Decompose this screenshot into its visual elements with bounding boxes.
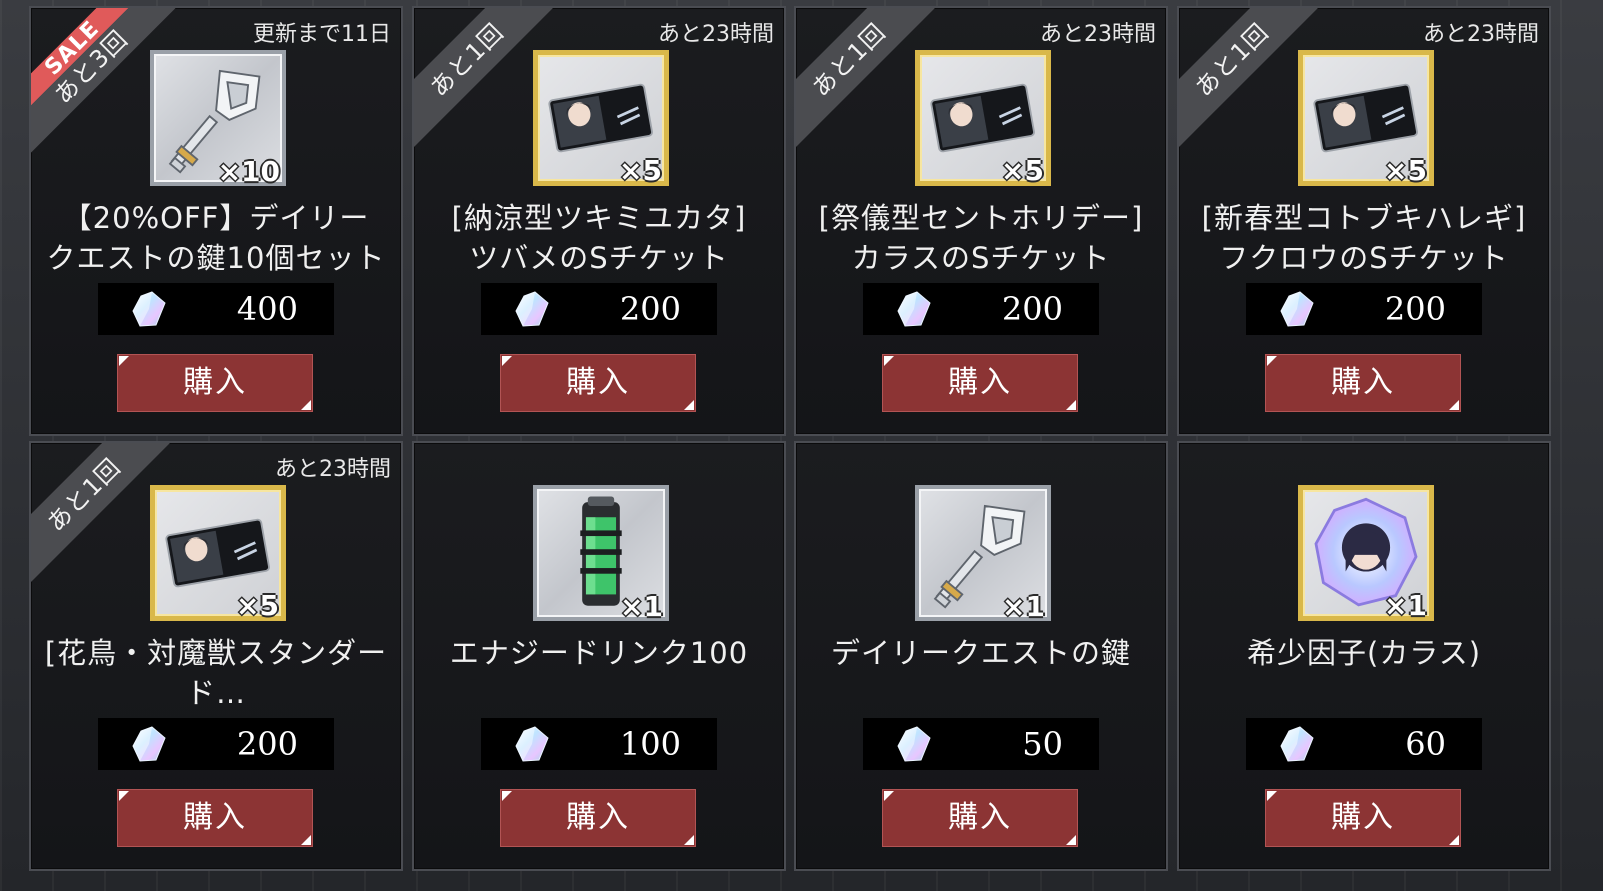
price-value: 200 <box>619 290 681 328</box>
buy-button[interactable]: 購入 <box>117 789 313 847</box>
price-box: 200 <box>1246 283 1482 335</box>
item-name: 【20%OFF】デイリー クエストの鍵10個セット <box>37 198 395 278</box>
item-name-line-1: デイリークエストの鍵 <box>830 636 1131 670</box>
item-thumbnail[interactable]: ×10 <box>150 50 286 188</box>
buy-button[interactable]: 購入 <box>117 354 313 412</box>
shop-item-card: あと1回 あと23時間 ×5 [新春型コトブキハレギ] フクロウのSチケット 2… <box>1177 6 1551 436</box>
item-thumbnail[interactable]: ×1 <box>533 485 669 623</box>
item-name-line-1: [花鳥・対魔獣スタンダー <box>44 636 388 670</box>
item-name: [花鳥・対魔獣スタンダー ド… <box>37 633 395 713</box>
item-name-line-1: 【20%OFF】デイリー <box>62 201 370 235</box>
price-value: 400 <box>236 290 298 328</box>
refresh-timer: あと23時間 <box>658 22 774 47</box>
item-thumbnail[interactable]: ×1 <box>915 485 1051 623</box>
item-name-line-2: カラスのSチケット <box>851 241 1111 275</box>
item-name-line-2: ツバメのSチケット <box>469 241 729 275</box>
refresh-timer: あと23時間 <box>1423 22 1539 47</box>
gem-currency-icon <box>1280 291 1314 327</box>
refresh-timer: あと23時間 <box>275 457 391 482</box>
item-name-line-2: ド… <box>185 676 246 710</box>
price-box: 200 <box>863 283 1099 335</box>
price-box: 100 <box>481 718 717 770</box>
gem-currency-icon <box>132 291 166 327</box>
shop-item-card: ×1 デイリークエストの鍵 50 購入 <box>794 441 1168 871</box>
item-quantity: ×5 <box>1001 154 1044 187</box>
buy-button[interactable]: 購入 <box>882 789 1078 847</box>
item-name-line-1: [新春型コトブキハレギ] <box>1201 201 1527 235</box>
gem-currency-icon <box>132 726 166 762</box>
item-quantity: ×5 <box>619 154 662 187</box>
gem-currency-icon <box>515 726 549 762</box>
item-name: 希少因子(カラス) <box>1185 633 1543 713</box>
item-quantity: ×10 <box>217 155 280 188</box>
shop-item-card: あと1回 あと23時間 ×5 [祭儀型セントホリデー] カラスのSチケット 20… <box>794 6 1168 436</box>
shop-item-card: あと1回 あと23時間 ×5 [花鳥・対魔獣スタンダー ド… 200 購入 <box>29 441 403 871</box>
price-value: 200 <box>1001 290 1063 328</box>
item-name-line-2: クエストの鍵10個セット <box>46 241 386 275</box>
buy-button[interactable]: 購入 <box>500 354 696 412</box>
shop-item-card: あと1回 あと23時間 ×5 [納涼型ツキミユカタ] ツバメのSチケット 200… <box>412 6 786 436</box>
item-thumbnail[interactable]: ×1 <box>1298 485 1434 622</box>
shop-item-grid: SALE あと3回 更新まで11日 ×10 【20%OFF】デイリー クエストの鍵… <box>29 6 1591 886</box>
price-value: 200 <box>236 725 298 763</box>
price-box: 400 <box>98 283 334 335</box>
price-value: 50 <box>1022 725 1063 763</box>
item-name: [祭儀型セントホリデー] カラスのSチケット <box>802 198 1160 278</box>
gem-currency-icon <box>1280 726 1314 762</box>
refresh-timer: 更新まで11日 <box>253 22 391 47</box>
price-box: 60 <box>1246 718 1482 770</box>
item-quantity: ×1 <box>1002 590 1045 623</box>
item-thumbnail[interactable]: ×5 <box>915 50 1051 187</box>
price-value: 100 <box>619 725 681 763</box>
price-box: 200 <box>98 718 334 770</box>
item-thumbnail[interactable]: ×5 <box>150 485 286 622</box>
shop-item-card: ×1 希少因子(カラス) 60 購入 <box>1177 441 1551 871</box>
gem-currency-icon <box>515 291 549 327</box>
item-name-line-1: エナジードリンク100 <box>449 636 749 670</box>
buy-button[interactable]: 購入 <box>1265 789 1461 847</box>
price-box: 50 <box>863 718 1099 770</box>
item-thumbnail[interactable]: ×5 <box>1298 50 1434 187</box>
item-quantity: ×5 <box>236 589 279 622</box>
item-name: [納涼型ツキミユカタ] ツバメのSチケット <box>420 198 778 278</box>
buy-button[interactable]: 購入 <box>882 354 1078 412</box>
gem-currency-icon <box>897 726 931 762</box>
item-name-line-2: フクロウのSチケット <box>1219 241 1509 275</box>
buy-button[interactable]: 購入 <box>1265 354 1461 412</box>
item-name: エナジードリンク100 <box>420 633 778 713</box>
refresh-timer: あと23時間 <box>1040 22 1156 47</box>
buy-button[interactable]: 購入 <box>500 789 696 847</box>
item-quantity: ×1 <box>1384 589 1427 622</box>
price-value: 60 <box>1405 725 1446 763</box>
gem-currency-icon <box>897 291 931 327</box>
item-name-line-1: 希少因子(カラス) <box>1246 636 1482 670</box>
item-quantity: ×1 <box>620 590 663 623</box>
item-name: デイリークエストの鍵 <box>802 633 1160 713</box>
price-value: 200 <box>1384 290 1446 328</box>
item-name-line-1: [祭儀型セントホリデー] <box>818 201 1144 235</box>
shop-item-card: ×1 エナジードリンク100 100 購入 <box>412 441 786 871</box>
item-thumbnail[interactable]: ×5 <box>533 50 669 187</box>
item-quantity: ×5 <box>1384 154 1427 187</box>
price-box: 200 <box>481 283 717 335</box>
item-name-line-1: [納涼型ツキミユカタ] <box>451 201 747 235</box>
shop-item-card: SALE あと3回 更新まで11日 ×10 【20%OFF】デイリー クエストの鍵… <box>29 6 403 436</box>
item-name: [新春型コトブキハレギ] フクロウのSチケット <box>1185 198 1543 278</box>
